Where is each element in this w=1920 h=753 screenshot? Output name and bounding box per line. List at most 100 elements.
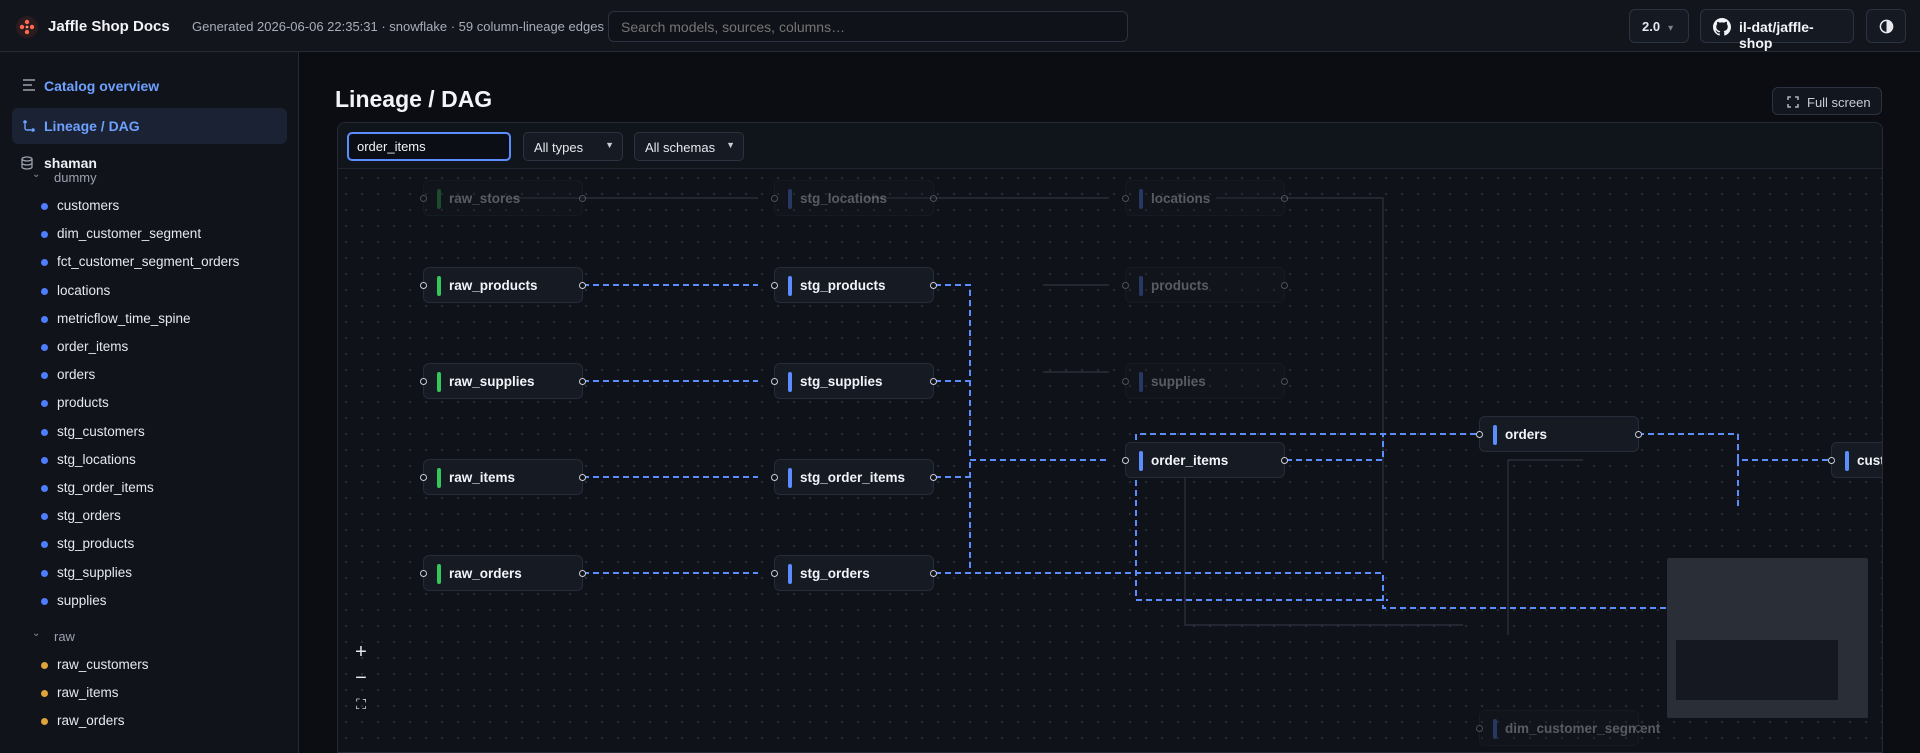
dag-node-stg-order-items[interactable]: stg_order_items xyxy=(771,459,937,495)
chevron-down-icon: ▼ xyxy=(726,140,735,150)
input-port[interactable] xyxy=(1122,378,1129,385)
sidebar-item-label: Catalog overview xyxy=(44,78,160,94)
output-port[interactable] xyxy=(930,282,937,289)
output-port[interactable] xyxy=(579,282,586,289)
output-port[interactable] xyxy=(579,570,586,577)
node-type-dot xyxy=(41,513,48,521)
input-port[interactable] xyxy=(1476,431,1483,438)
sidebar-node-products[interactable]: products xyxy=(57,395,109,410)
node-type-bar xyxy=(788,372,792,392)
output-port[interactable] xyxy=(579,474,586,481)
schema-filter-select[interactable]: All schemas ▼ xyxy=(634,132,744,161)
dag-node-locations[interactable]: locations xyxy=(1122,180,1288,216)
sidebar-node-raw-customers[interactable]: raw_customers xyxy=(57,657,149,672)
fullscreen-button[interactable]: Full screen xyxy=(1772,87,1882,115)
dag-node-raw-items[interactable]: raw_items xyxy=(420,459,586,495)
sidebar-node-orders[interactable]: orders xyxy=(57,367,95,382)
output-port[interactable] xyxy=(1635,431,1642,438)
node-type-dot xyxy=(41,662,48,669)
search-input[interactable] xyxy=(608,11,1128,42)
version-select[interactable]: 2.0 ▾ xyxy=(1629,9,1689,43)
dag-node-stg-locations[interactable]: stg_locations xyxy=(771,180,937,216)
dag-node-supplies[interactable]: supplies xyxy=(1122,363,1288,399)
dag-node-order-items[interactable]: order_items xyxy=(1122,442,1288,478)
zoom-out-button[interactable]: − xyxy=(348,666,374,692)
sidebar-item-lineage-dag[interactable]: Lineage / DAG xyxy=(12,108,287,144)
zoom-in-button[interactable]: + xyxy=(348,640,374,666)
dag-node-raw-supplies[interactable]: raw_supplies xyxy=(420,363,586,399)
folder-dummy[interactable]: dummy xyxy=(54,170,97,185)
sidebar-item-catalog-overview[interactable]: Catalog overview xyxy=(12,68,287,104)
chevron-down-icon[interactable]: ⌄ xyxy=(32,628,40,639)
type-filter-select[interactable]: All types ▼ xyxy=(523,132,623,161)
chevron-down-icon[interactable]: ⌄ xyxy=(32,169,40,180)
theme-toggle-button[interactable] xyxy=(1866,9,1906,43)
sidebar-node-stg-customers[interactable]: stg_customers xyxy=(57,424,145,439)
app-title[interactable]: Jaffle Shop Docs xyxy=(48,18,170,35)
github-repo-link[interactable]: il-dat/jaffle-shop xyxy=(1700,9,1854,51)
output-port[interactable] xyxy=(1281,195,1288,202)
output-port[interactable] xyxy=(930,474,937,481)
dag-node-products[interactable]: products xyxy=(1122,267,1288,303)
output-port[interactable] xyxy=(1281,457,1288,464)
input-port[interactable] xyxy=(420,474,427,481)
output-port[interactable] xyxy=(579,378,586,385)
dag-node-stg-supplies[interactable]: stg_supplies xyxy=(771,363,937,399)
output-port[interactable] xyxy=(930,378,937,385)
input-port[interactable] xyxy=(420,282,427,289)
input-port[interactable] xyxy=(771,195,778,202)
dag-canvas[interactable]: raw_stores stg_locations locations raw_prod… xyxy=(338,170,1882,752)
output-port[interactable] xyxy=(1281,282,1288,289)
output-port[interactable] xyxy=(1635,725,1642,732)
database-label[interactable]: shaman xyxy=(44,155,97,171)
input-port[interactable] xyxy=(1122,282,1129,289)
input-port[interactable] xyxy=(771,282,778,289)
chevron-down-icon: ▾ xyxy=(1668,23,1674,34)
sidebar-node-stg-products[interactable]: stg_products xyxy=(57,536,134,551)
dag-node-stg-orders[interactable]: stg_orders xyxy=(771,555,937,591)
sidebar-node-stg-order-items[interactable]: stg_order_items xyxy=(57,480,154,495)
input-port[interactable] xyxy=(771,474,778,481)
input-port[interactable] xyxy=(1476,725,1483,732)
input-port[interactable] xyxy=(420,570,427,577)
sidebar-node-raw-items[interactable]: raw_items xyxy=(57,685,119,700)
sidebar-node-fct-customer-segment-orders[interactable]: fct_customer_segment_orders xyxy=(57,254,239,269)
sidebar-node-dim-customer-segment[interactable]: dim_customer_segment xyxy=(57,226,201,241)
sidebar-node-stg-locations[interactable]: stg_locations xyxy=(57,452,136,467)
sidebar-node-stg-orders[interactable]: stg_orders xyxy=(57,508,121,523)
dag-node-dim-customer-segment[interactable]: dim_customer_segment xyxy=(1476,710,1660,746)
dag-node-orders[interactable]: orders xyxy=(1476,416,1642,452)
input-port[interactable] xyxy=(771,378,778,385)
sidebar-node-locations[interactable]: locations xyxy=(57,283,110,298)
dag-node-customers[interactable]: cust xyxy=(1828,442,1882,478)
folder-raw[interactable]: raw xyxy=(54,629,75,644)
sidebar-node-stg-supplies[interactable]: stg_supplies xyxy=(57,565,132,580)
input-port[interactable] xyxy=(1122,457,1129,464)
minimap[interactable] xyxy=(1667,558,1868,718)
input-port[interactable] xyxy=(771,570,778,577)
fit-view-button[interactable]: ⛶ xyxy=(348,692,374,718)
output-port[interactable] xyxy=(1281,378,1288,385)
output-port[interactable] xyxy=(579,195,586,202)
input-port[interactable] xyxy=(420,378,427,385)
input-port[interactable] xyxy=(1828,457,1835,464)
dag-node-stg-products[interactable]: stg_products xyxy=(771,267,937,303)
dag-node-label: stg_locations xyxy=(800,191,888,206)
dag-node-raw-products[interactable]: raw_products xyxy=(420,267,586,303)
minimap-viewport[interactable] xyxy=(1676,640,1838,700)
output-port[interactable] xyxy=(930,570,937,577)
node-filter-input[interactable] xyxy=(347,132,511,161)
sidebar-node-metricflow-time-spine[interactable]: metricflow_time_spine xyxy=(57,311,191,326)
dag-node-raw-stores[interactable]: raw_stores xyxy=(420,180,586,216)
input-port[interactable] xyxy=(1122,195,1129,202)
dag-node-raw-orders[interactable]: raw_orders xyxy=(420,555,586,591)
fullscreen-label: Full screen xyxy=(1807,95,1871,110)
output-port[interactable] xyxy=(930,195,937,202)
input-port[interactable] xyxy=(420,195,427,202)
sidebar-node-supplies[interactable]: supplies xyxy=(57,593,107,608)
dag-node-label: raw_orders xyxy=(449,566,522,581)
generated-meta: Generated 2026-06-06 22:35:31 · snowflak… xyxy=(192,19,604,34)
sidebar-node-order-items[interactable]: order_items xyxy=(57,339,128,354)
sidebar-node-customers[interactable]: customers xyxy=(57,198,119,213)
sidebar-node-raw-orders[interactable]: raw_orders xyxy=(57,713,125,728)
